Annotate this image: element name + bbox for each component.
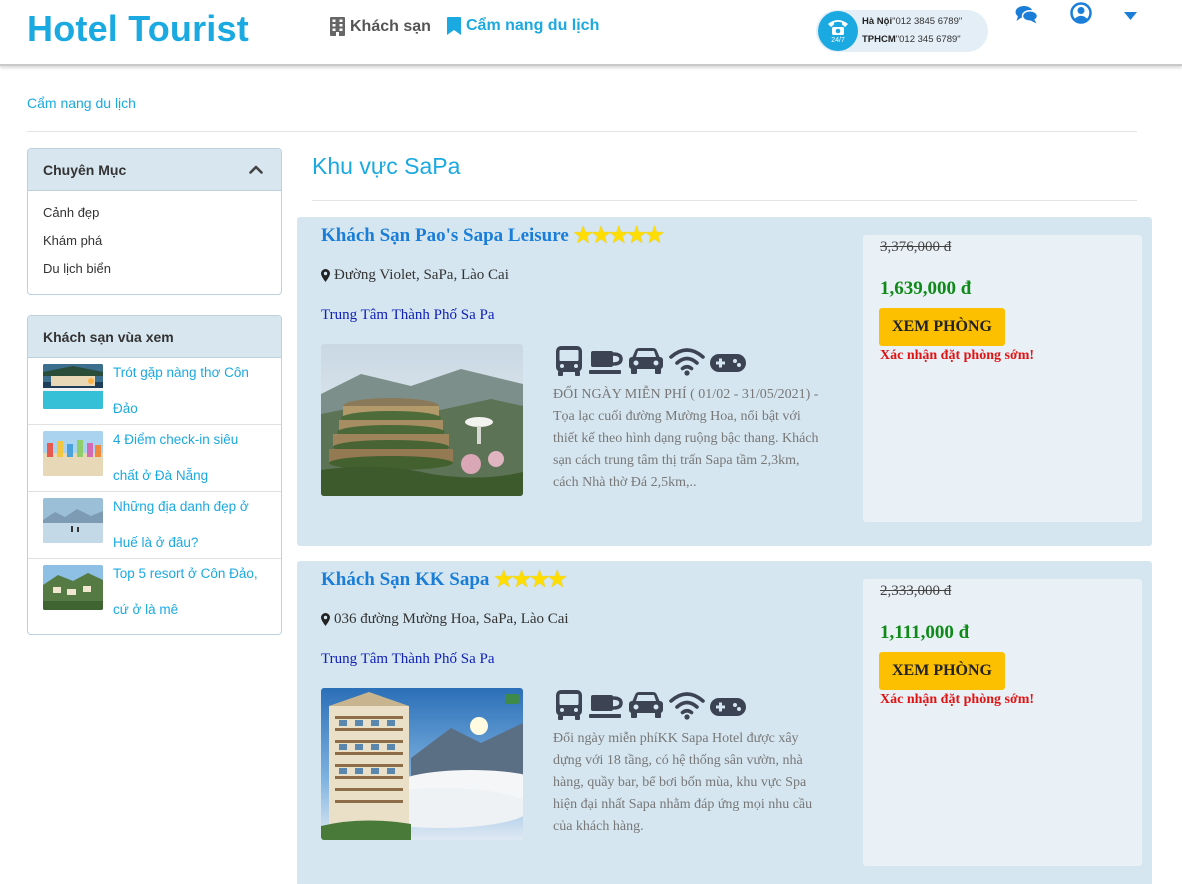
hotline-numbers: Hà Nội"012 3845 6789" TPHCM"012 345 6789… bbox=[862, 13, 962, 49]
chat-icon[interactable] bbox=[1015, 5, 1038, 24]
hotel-card: Khách Sạn KK Sapa ★★★★ 036 đường Mường H… bbox=[297, 561, 1152, 884]
car-icon bbox=[629, 348, 663, 374]
categories-panel: Chuyên Mục Cảnh đẹp Khám phá Du lịch biể… bbox=[27, 148, 282, 295]
sale-price: 1,111,000 đ bbox=[880, 622, 970, 643]
divider bbox=[27, 131, 1137, 132]
view-room-button[interactable]: XEM PHÒNG bbox=[879, 308, 1005, 346]
category-item-explore[interactable]: Khám phá bbox=[43, 231, 266, 259]
coffee-icon bbox=[589, 695, 623, 718]
hotline-badge-text: 24/7 bbox=[831, 37, 845, 44]
bookmark-icon bbox=[447, 17, 461, 35]
amenities-row bbox=[553, 689, 747, 721]
star-rating: ★★★★ bbox=[494, 567, 566, 591]
hotel-name[interactable]: Khách Sạn Pao's Sapa Leisure bbox=[321, 225, 569, 247]
hotel-description: Đổi ngày miễn phíKK Sapa Hotel được xây … bbox=[553, 731, 813, 834]
map-marker-icon bbox=[321, 613, 330, 626]
hotel-address: Đường Violet, SaPa, Lào Cai bbox=[321, 267, 509, 284]
hotline-badge: 24/7 bbox=[818, 11, 858, 51]
amenities-row bbox=[553, 345, 747, 377]
categories-title: Chuyên Mục bbox=[43, 161, 127, 178]
booking-note: Xác nhận đặt phòng sớm! bbox=[880, 692, 1035, 707]
gamepad-icon bbox=[710, 354, 746, 372]
recent-thumbnail[interactable] bbox=[43, 431, 103, 476]
car-icon bbox=[629, 692, 663, 718]
hotel-photo[interactable] bbox=[321, 688, 523, 840]
recent-item[interactable]: Những địa danh đẹp ở Huế là ở đâu? bbox=[28, 492, 281, 559]
site-logo[interactable]: Hotel Tourist bbox=[27, 8, 249, 50]
hotel-name-row: Khách Sạn Pao's Sapa Leisure ★★★★★ bbox=[321, 223, 664, 248]
site-header: Hotel Tourist Khách sạn Cẩm nang du lịch bbox=[0, 0, 1182, 66]
divider bbox=[312, 200, 1137, 201]
phone-icon bbox=[828, 20, 848, 35]
sale-price: 1,639,000 đ bbox=[880, 278, 972, 299]
recent-item-title[interactable]: Top 5 resort ở Côn Đảo, cứ ở là mê bbox=[113, 556, 266, 628]
nav-travel-guide[interactable]: Cẩm nang du lịch bbox=[447, 17, 599, 35]
bus-icon bbox=[556, 690, 582, 720]
price-box: 3,376,000 đ 1,639,000 đ XEM PHÒNG Xác nh… bbox=[863, 235, 1142, 522]
building-icon bbox=[330, 17, 345, 36]
recent-item-title[interactable]: Trót gặp nàng thơ Côn Đảo bbox=[113, 355, 266, 427]
hotel-address-text: 036 đường Mường Hoa, SaPa, Lào Cai bbox=[334, 611, 569, 627]
chevron-down-icon[interactable] bbox=[1124, 12, 1137, 20]
hotline-line-hanoi: Hà Nội"012 3845 6789" bbox=[862, 16, 963, 27]
recent-thumbnail[interactable] bbox=[43, 498, 103, 543]
hotel-area[interactable]: Trung Tâm Thành Phố Sa Pa bbox=[321, 651, 495, 668]
hotel-photo[interactable] bbox=[321, 344, 523, 496]
nav-travel-guide-label: Cẩm nang du lịch bbox=[466, 17, 600, 34]
booking-note: Xác nhận đặt phòng sớm! bbox=[880, 348, 1035, 363]
recent-thumbnail[interactable] bbox=[43, 565, 103, 610]
hotline-box[interactable]: 24/7 Hà Nội"012 3845 6789" TPHCM"012 345… bbox=[816, 10, 988, 52]
gamepad-icon bbox=[710, 698, 746, 716]
hotel-name-row: Khách Sạn KK Sapa ★★★★ bbox=[321, 567, 567, 592]
hotel-address-text: Đường Violet, SaPa, Lào Cai bbox=[334, 267, 509, 283]
section-title: Khu vực SaPa bbox=[312, 153, 461, 179]
original-price: 3,376,000 đ bbox=[880, 239, 952, 255]
recent-item[interactable]: Trót gặp nàng thơ Côn Đảo bbox=[28, 358, 281, 425]
categories-list: Cảnh đẹp Khám phá Du lịch biển bbox=[28, 191, 281, 287]
original-price: 2,333,000 đ bbox=[880, 583, 952, 599]
hotline-line-hcm: TPHCM"012 345 6789" bbox=[862, 34, 961, 45]
category-item-beach[interactable]: Du lịch biển bbox=[43, 259, 266, 287]
price-box: 2,333,000 đ 1,111,000 đ XEM PHÒNG Xác nh… bbox=[863, 579, 1142, 866]
wifi-icon bbox=[669, 692, 705, 720]
wifi-icon bbox=[669, 348, 705, 376]
hotel-description: ĐỔI NGÀY MIỄN PHÍ ( 01/02 - 31/05/2021) … bbox=[553, 387, 819, 490]
recently-viewed-header: Khách sạn vùa xem bbox=[28, 316, 281, 358]
recent-item-title[interactable]: Những địa danh đẹp ở Huế là ở đâu? bbox=[113, 489, 266, 561]
chevron-up-icon[interactable] bbox=[249, 165, 263, 174]
view-room-button[interactable]: XEM PHÒNG bbox=[879, 652, 1005, 690]
breadcrumb[interactable]: Cẩm nang du lịch bbox=[27, 95, 136, 111]
category-item-scenery[interactable]: Cảnh đẹp bbox=[43, 203, 266, 231]
recent-thumbnail[interactable] bbox=[43, 364, 103, 409]
map-marker-icon bbox=[321, 269, 330, 282]
hotel-name[interactable]: Khách Sạn KK Sapa bbox=[321, 569, 489, 591]
user-account-icon[interactable] bbox=[1070, 2, 1092, 24]
hotel-area[interactable]: Trung Tâm Thành Phố Sa Pa bbox=[321, 307, 495, 324]
nav-hotels-label: Khách sạn bbox=[350, 17, 431, 35]
recent-item[interactable]: 4 Điểm check-in siêu chất ở Đà Nẵng bbox=[28, 425, 281, 492]
star-rating: ★★★★★ bbox=[573, 223, 664, 247]
hotel-address: 036 đường Mường Hoa, SaPa, Lào Cai bbox=[321, 611, 569, 628]
recent-item-title[interactable]: 4 Điểm check-in siêu chất ở Đà Nẵng bbox=[113, 422, 266, 494]
hotel-card: Khách Sạn Pao's Sapa Leisure ★★★★★ Đường… bbox=[297, 217, 1152, 546]
recently-viewed-panel: Khách sạn vùa xem Trót gặp nàng thơ Côn … bbox=[27, 315, 282, 635]
bus-icon bbox=[556, 346, 582, 376]
coffee-icon bbox=[589, 351, 623, 374]
categories-panel-header[interactable]: Chuyên Mục bbox=[28, 149, 281, 191]
recent-item[interactable]: Top 5 resort ở Côn Đảo, cứ ở là mê bbox=[28, 559, 281, 626]
recently-viewed-title: Khách sạn vùa xem bbox=[43, 328, 174, 345]
nav-hotels[interactable]: Khách sạn bbox=[330, 17, 431, 36]
